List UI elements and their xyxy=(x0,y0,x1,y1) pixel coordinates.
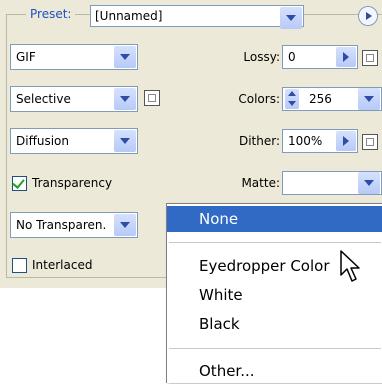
interlaced-label: Interlaced xyxy=(32,258,93,272)
chevron-down-icon[interactable] xyxy=(280,7,302,29)
menu-item-white[interactable]: White xyxy=(167,282,382,308)
color-reduction-select[interactable]: Selective xyxy=(10,86,138,112)
file-format-value: GIF xyxy=(16,50,36,64)
menu-item-black[interactable]: Black xyxy=(167,311,382,337)
lossy-label: Lossy: xyxy=(243,50,280,64)
matte-select[interactable] xyxy=(282,171,382,195)
transparency-dither-value: No Transparen. xyxy=(16,218,107,232)
transparency-checkbox[interactable] xyxy=(12,176,27,191)
transparency-label: Transparency xyxy=(32,176,113,190)
colors-value: 256 xyxy=(309,92,332,106)
preset-select[interactable]: [Unnamed] xyxy=(90,5,304,29)
lossy-slider-button[interactable] xyxy=(336,47,356,67)
color-reduction-value: Selective xyxy=(16,92,71,106)
file-format-select[interactable]: GIF xyxy=(10,44,138,70)
lossy-value: 0 xyxy=(288,50,296,64)
chevron-down-icon[interactable] xyxy=(114,46,136,68)
check-icon xyxy=(12,176,25,189)
dither-algorithm-value: Diffusion xyxy=(16,134,69,148)
interlaced-checkbox[interactable] xyxy=(12,258,27,273)
transparency-dither-select[interactable]: No Transparen. xyxy=(10,212,138,238)
color-table-edit-icon[interactable] xyxy=(144,90,160,106)
matte-dropdown-menu: None Eyedropper Color White Black Other.… xyxy=(166,203,382,383)
optimize-menu-button[interactable] xyxy=(358,6,378,26)
dither-slider-button[interactable] xyxy=(336,131,356,151)
menu-item-other[interactable]: Other... xyxy=(167,358,382,384)
dither-mask-icon[interactable] xyxy=(362,134,378,150)
mouse-pointer-icon xyxy=(340,250,360,282)
menu-separator xyxy=(169,242,381,243)
menu-separator xyxy=(169,348,381,349)
preset-label: Preset: xyxy=(26,7,76,21)
chevron-down-icon[interactable] xyxy=(358,88,380,110)
colors-field[interactable]: 256 xyxy=(282,87,382,111)
colors-spinner-icon[interactable] xyxy=(285,89,299,109)
chevron-down-icon[interactable] xyxy=(114,130,136,152)
dither-value: 100% xyxy=(288,134,323,148)
colors-label: Colors: xyxy=(238,92,280,106)
preset-value: [Unnamed] xyxy=(95,9,163,23)
menu-item-none[interactable]: None xyxy=(167,206,382,232)
chevron-down-icon[interactable] xyxy=(114,88,136,110)
dither-label: Dither: xyxy=(238,134,280,148)
dither-field[interactable]: 100% xyxy=(282,129,358,153)
dither-algorithm-select[interactable]: Diffusion xyxy=(10,128,138,154)
chevron-down-icon[interactable] xyxy=(114,214,136,236)
matte-label: Matte: xyxy=(241,176,280,190)
lossy-field[interactable]: 0 xyxy=(282,45,358,69)
lossy-mask-icon[interactable] xyxy=(362,50,378,66)
chevron-down-icon[interactable] xyxy=(358,172,380,194)
